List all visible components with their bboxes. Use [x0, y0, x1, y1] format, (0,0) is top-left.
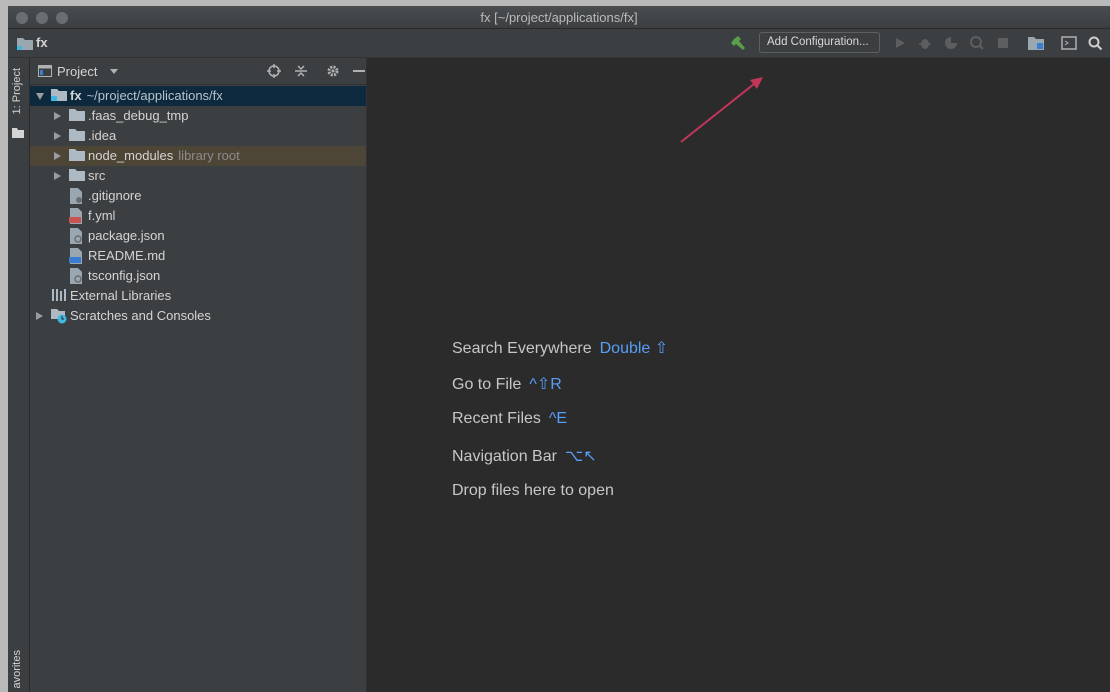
tree-row[interactable]: f.yml — [30, 206, 366, 226]
project-tool-window: Project fx ~/project/applications/fx .faas… — [30, 58, 367, 692]
title-bar: fx [~/project/applications/fx] — [8, 6, 1110, 29]
search-icon[interactable] — [1086, 34, 1104, 52]
project-tab-folder-icon — [12, 126, 24, 141]
terminal-toggle-icon[interactable] — [1060, 34, 1078, 52]
tool-tab-favorites[interactable]: avorites — [11, 650, 23, 689]
hint-shortcut: ^⇧R — [529, 376, 562, 393]
tree-row[interactable]: Scratches and Consoles — [30, 306, 366, 326]
gitignore-file-icon — [69, 188, 85, 204]
tree-row-label: README.md — [88, 248, 166, 263]
hint-shortcut: ^E — [548, 410, 568, 427]
project-view-icon — [38, 65, 52, 80]
build-hammer-icon[interactable] — [730, 34, 748, 52]
tree-row-label: .idea — [88, 128, 117, 143]
yaml-file-icon — [69, 208, 85, 224]
tree-row-label: node_modules — [88, 148, 174, 163]
expanded-arrow-icon[interactable] — [36, 93, 44, 100]
editor-hint: Navigation Bar ⌥↖ — [452, 446, 597, 466]
tree-row[interactable]: src — [30, 166, 366, 186]
run-with-coverage-icon[interactable] — [942, 34, 960, 52]
hint-label: Recent Files — [452, 410, 541, 427]
tree-row[interactable]: node_modules library root — [30, 146, 366, 166]
libraries-icon — [51, 288, 67, 304]
hint-label: Go to File — [452, 376, 522, 393]
add-configuration-button[interactable]: Add Configuration... — [759, 32, 880, 53]
json-file-icon — [69, 228, 85, 244]
project-structure-icon[interactable] — [1027, 34, 1045, 52]
folder-icon — [69, 108, 85, 124]
tree-row-label: src — [88, 168, 106, 183]
tree-row[interactable]: tsconfig.json — [30, 266, 366, 286]
tree-row[interactable]: package.json — [30, 226, 366, 246]
editor-hint: Recent Files ^E — [452, 410, 567, 428]
tree-row-label: fx — [70, 88, 82, 103]
editor-empty-area[interactable]: Search Everywhere Double ⇧ Go to File ^⇧R Re… — [367, 58, 1110, 692]
tree-row[interactable]: README.md — [30, 246, 366, 266]
collapsed-arrow-icon[interactable] — [54, 172, 61, 180]
hint-shortcut: ⌥↖ — [564, 448, 597, 465]
library-root-tag: library root — [178, 148, 240, 163]
annotation-arrow-icon — [680, 77, 763, 143]
project-path: ~/project/applications/fx — [86, 88, 223, 103]
collapsed-arrow-icon[interactable] — [54, 152, 61, 160]
project-tree: fx ~/project/applications/fx .faas_debug_t… — [30, 86, 366, 326]
editor-hint: Drop files here to open — [452, 482, 614, 500]
tree-row-label: .gitignore — [88, 188, 142, 203]
json-file-icon — [69, 268, 85, 284]
hint-label: Search Everywhere — [452, 340, 592, 357]
navigation-bar: fx Add Configuration... — [8, 29, 1110, 58]
project-panel-title[interactable]: Project — [57, 64, 97, 79]
folder-icon — [69, 128, 85, 144]
editor-hint: Search Everywhere Double ⇧ — [452, 338, 668, 358]
tool-tab-project[interactable]: 1: Project — [11, 68, 23, 114]
collapse-all-icon[interactable] — [293, 63, 309, 79]
tree-row-label: tsconfig.json — [88, 268, 161, 283]
hint-label: Drop files here to open — [452, 482, 614, 499]
tree-row-label: External Libraries — [70, 288, 172, 303]
editor-hint: Go to File ^⇧R — [452, 374, 562, 394]
run-icon[interactable] — [891, 34, 909, 52]
hint-shortcut: Double ⇧ — [599, 340, 669, 357]
breadcrumb-project[interactable]: fx — [36, 35, 48, 50]
folder-icon — [69, 148, 85, 164]
markdown-file-icon — [69, 248, 85, 264]
hide-panel-icon[interactable] — [351, 63, 367, 79]
module-folder-icon — [51, 88, 67, 104]
collapsed-arrow-icon[interactable] — [54, 132, 61, 140]
tree-row-label: .faas_debug_tmp — [88, 108, 189, 123]
project-folder-icon[interactable] — [17, 37, 33, 53]
locate-target-icon[interactable] — [266, 63, 282, 79]
collapsed-arrow-icon[interactable] — [36, 312, 43, 320]
folder-icon — [69, 168, 85, 184]
collapsed-arrow-icon[interactable] — [54, 112, 61, 120]
tree-row[interactable]: fx ~/project/applications/fx — [30, 86, 366, 106]
tree-row-label: Scratches and Consoles — [70, 308, 211, 323]
hint-label: Navigation Bar — [452, 448, 557, 465]
scratches-icon — [51, 308, 67, 324]
tree-row[interactable]: .faas_debug_tmp — [30, 106, 366, 126]
tree-row[interactable]: External Libraries — [30, 286, 366, 306]
debug-icon[interactable] — [916, 34, 934, 52]
gear-icon[interactable] — [325, 63, 341, 79]
chevron-down-icon[interactable] — [110, 69, 118, 74]
window-title: fx [~/project/applications/fx] — [480, 10, 638, 25]
tree-row-label: f.yml — [88, 208, 116, 223]
ide-window: fx [~/project/applications/fx] fx Add Co… — [8, 6, 1110, 692]
tree-row[interactable]: .gitignore — [30, 186, 366, 206]
stop-icon[interactable] — [994, 34, 1012, 52]
left-tool-stripe: 1: Project avorites — [8, 58, 30, 692]
tree-row[interactable]: .idea — [30, 126, 366, 146]
tree-row-label: package.json — [88, 228, 165, 243]
profile-icon[interactable] — [968, 34, 986, 52]
project-panel-header: Project — [30, 58, 366, 85]
